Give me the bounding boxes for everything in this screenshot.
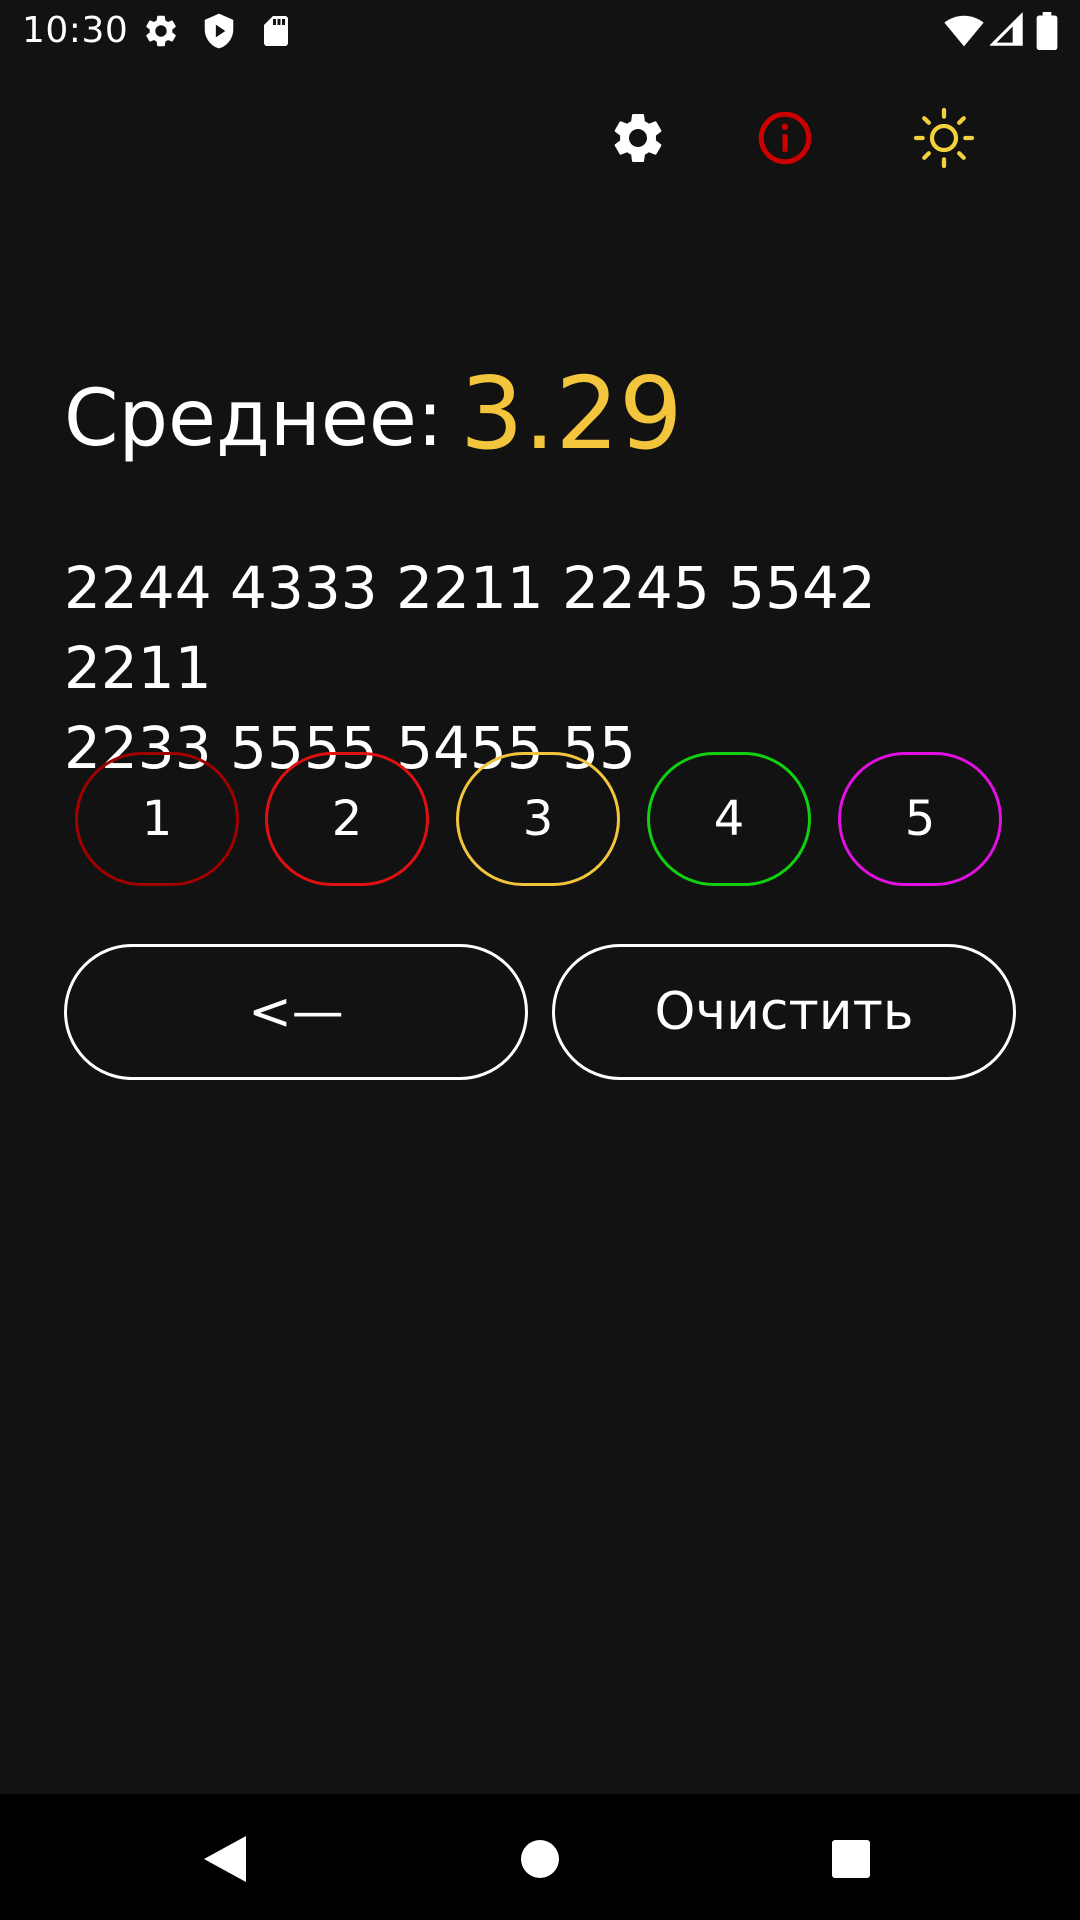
back-icon[interactable]	[204, 1836, 246, 1882]
sun-icon[interactable]	[912, 106, 976, 170]
shield-play-icon	[204, 13, 234, 49]
average-label: Среднее:	[64, 374, 444, 464]
grade-button-1[interactable]: 1	[75, 752, 239, 886]
grade-button-label: 4	[713, 791, 745, 847]
grade-button-5[interactable]: 5	[838, 752, 1002, 886]
settings-icon	[146, 15, 176, 47]
status-bar: 10:30	[0, 0, 1080, 64]
app-screen: 10:30 Среднее: 3.29 2244 4333 2211 2245 …	[0, 0, 1080, 1920]
grade-button-label: 5	[904, 791, 936, 847]
grade-button-label: 3	[522, 791, 554, 847]
grade-button-2[interactable]: 2	[265, 752, 429, 886]
battery-icon	[1036, 12, 1058, 50]
average-value: 3.29	[460, 355, 683, 472]
clear-button[interactable]: Очистить	[552, 944, 1016, 1080]
sd-card-icon	[264, 16, 288, 46]
grade-button-label: 1	[141, 791, 173, 847]
grade-button-label: 2	[331, 791, 363, 847]
recents-icon[interactable]	[832, 1840, 870, 1878]
info-icon[interactable]	[755, 108, 815, 168]
wifi-icon	[944, 15, 984, 47]
backspace-button[interactable]: <—	[64, 944, 528, 1080]
status-time: 10:30	[22, 10, 129, 51]
backspace-label: <—	[248, 982, 344, 1042]
signal-icon	[990, 12, 1023, 46]
home-icon[interactable]	[521, 1840, 559, 1878]
clear-label: Очистить	[654, 982, 914, 1042]
navigation-bar	[0, 1794, 1080, 1920]
grade-button-4[interactable]: 4	[647, 752, 811, 886]
gear-icon[interactable]	[608, 108, 668, 168]
grade-button-3[interactable]: 3	[456, 752, 620, 886]
